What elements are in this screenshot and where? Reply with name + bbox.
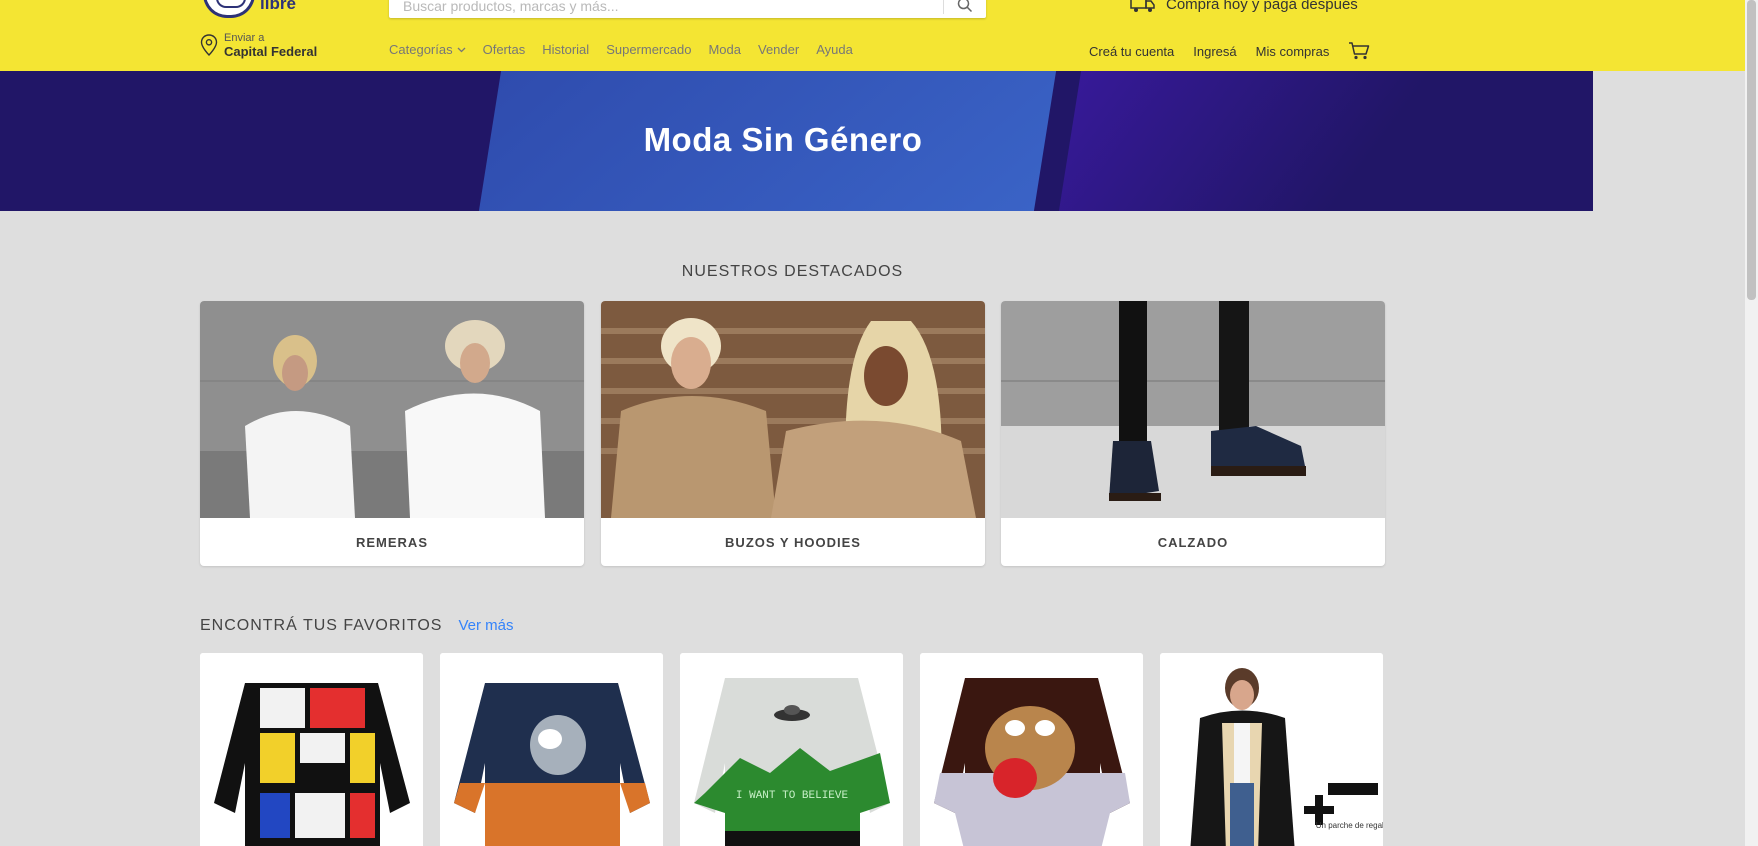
product-card[interactable] bbox=[440, 653, 663, 846]
chevron-down-icon bbox=[457, 47, 466, 52]
shipping-location[interactable]: Enviar a Capital Federal bbox=[200, 30, 317, 60]
promo-text: Comprá hoy y pagá después bbox=[1166, 0, 1358, 13]
see-more-link[interactable]: Ver más bbox=[458, 617, 513, 634]
nav-item-moda[interactable]: Moda bbox=[708, 42, 741, 57]
featured-card-calzado[interactable]: CALZADO bbox=[1001, 301, 1385, 566]
main-nav: Categorías Ofertas Historial Supermercad… bbox=[389, 42, 853, 57]
nav-item-vender[interactable]: Vender bbox=[758, 42, 799, 57]
hero-title: Moda Sin Género bbox=[643, 121, 923, 158]
favorites-section-title: ENCONTRÁ TUS FAVORITOS bbox=[200, 617, 443, 634]
product-card[interactable]: Un parche de regalo bbox=[1160, 653, 1383, 846]
hero-banner: Moda Sin Género bbox=[0, 71, 1593, 211]
nav-item-ofertas[interactable]: Ofertas bbox=[483, 42, 526, 57]
cart-icon[interactable] bbox=[1348, 42, 1370, 60]
featured-section-title: NUESTROS DESTACADOS bbox=[681, 263, 904, 280]
location-label: Enviar a bbox=[224, 32, 265, 44]
gift-patch-text: Un parche de regalo bbox=[1316, 821, 1383, 830]
promo-banner[interactable]: Comprá hoy y pagá después bbox=[1130, 0, 1358, 14]
search-icon bbox=[957, 0, 973, 13]
my-purchases-link[interactable]: Mis compras bbox=[1256, 44, 1330, 59]
sweater-slogan: I WANT TO BELIEVE bbox=[736, 790, 849, 802]
nav-item-supermercado[interactable]: Supermercado bbox=[606, 42, 691, 57]
product-image-taz-sweater bbox=[920, 653, 1143, 846]
nav-item-historial[interactable]: Historial bbox=[542, 42, 589, 57]
buzos-image bbox=[601, 301, 985, 518]
search-bar[interactable]: Buscar productos, marcas y más... bbox=[389, 0, 986, 18]
user-nav: Creá tu cuenta Ingresá Mis compras bbox=[1089, 42, 1370, 60]
featured-card-label: BUZOS Y HOODIES bbox=[725, 534, 861, 550]
nav-item-ayuda[interactable]: Ayuda bbox=[816, 42, 853, 57]
search-button[interactable] bbox=[944, 0, 986, 18]
logo-text: libre bbox=[260, 0, 296, 13]
nav-item-label: Categorías bbox=[389, 42, 453, 57]
product-image-mondrian-sweater bbox=[200, 653, 423, 846]
location-pin-icon bbox=[200, 34, 218, 56]
featured-card-remeras[interactable]: REMERAS bbox=[200, 301, 584, 566]
delivery-truck-icon bbox=[1130, 0, 1155, 12]
product-image-coat: Un parche de regalo bbox=[1160, 653, 1383, 846]
calzado-image bbox=[1001, 301, 1385, 518]
page-scrollbar[interactable] bbox=[1745, 0, 1758, 846]
featured-card-label: REMERAS bbox=[355, 534, 428, 550]
product-image-ufo-sweater: I WANT TO BELIEVE bbox=[680, 653, 903, 846]
product-image-cartoon-sweater bbox=[440, 653, 663, 846]
product-card[interactable]: I WANT TO BELIEVE bbox=[680, 653, 903, 846]
page-gutter bbox=[1593, 71, 1745, 211]
search-input[interactable]: Buscar productos, marcas y más... bbox=[403, 0, 619, 14]
favorites-header: ENCONTRÁ TUS FAVORITOS Ver más bbox=[200, 617, 514, 635]
login-link[interactable]: Ingresá bbox=[1193, 44, 1236, 59]
featured-card-label: CALZADO bbox=[1157, 534, 1229, 550]
remeras-image bbox=[200, 301, 584, 518]
site-header: libre Buscar productos, marcas y más... … bbox=[0, 0, 1745, 71]
product-card[interactable] bbox=[200, 653, 423, 846]
location-value: Capital Federal bbox=[224, 44, 318, 59]
handshake-logo-icon bbox=[203, 0, 255, 18]
product-card[interactable] bbox=[920, 653, 1143, 846]
nav-item-categorias[interactable]: Categorías bbox=[389, 42, 466, 57]
scrollbar-thumb[interactable] bbox=[1747, 0, 1756, 300]
mercadolibre-logo[interactable]: libre bbox=[203, 0, 313, 18]
featured-card-buzos[interactable]: BUZOS Y HOODIES bbox=[601, 301, 985, 566]
create-account-link[interactable]: Creá tu cuenta bbox=[1089, 44, 1174, 59]
